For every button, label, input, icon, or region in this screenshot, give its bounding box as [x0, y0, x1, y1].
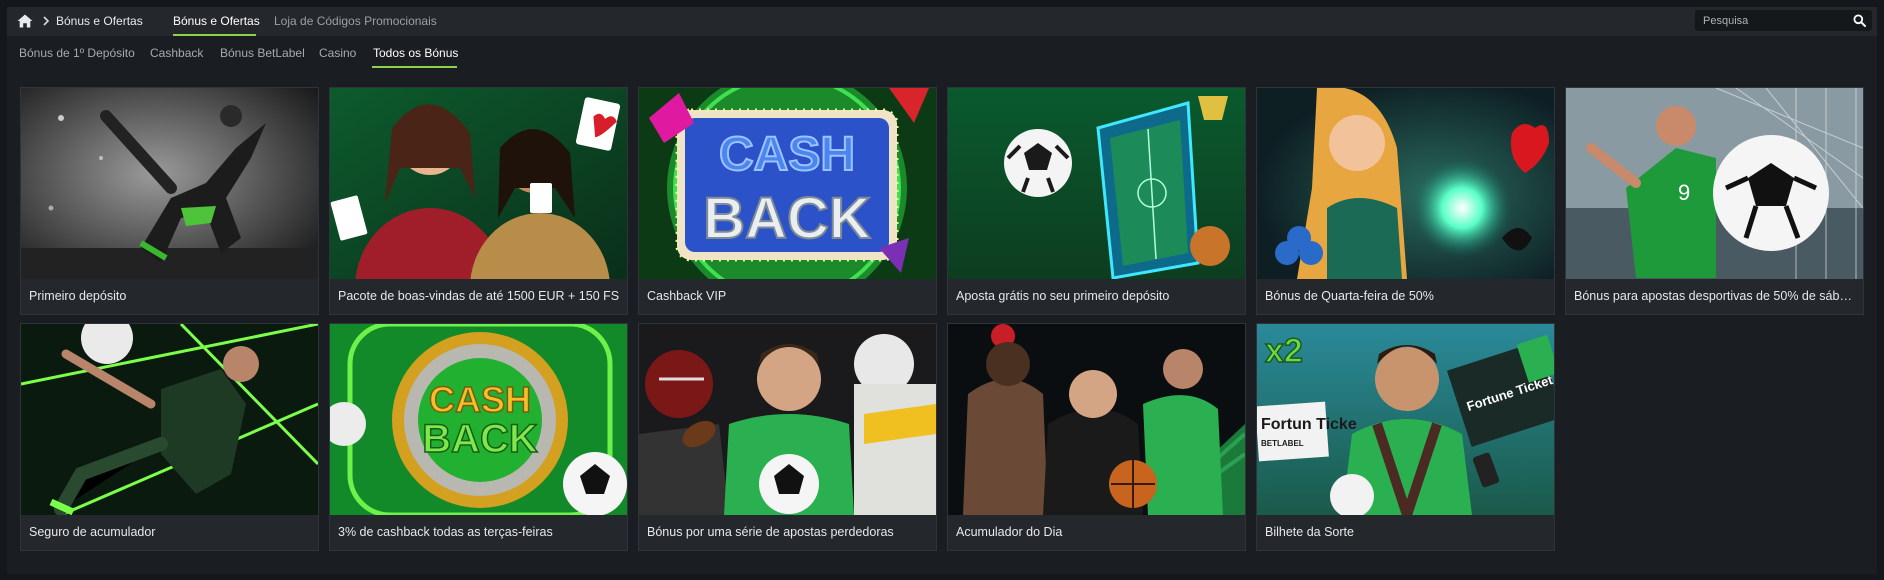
subtab-casino[interactable]: Casino: [319, 46, 356, 60]
search-box[interactable]: [1695, 10, 1872, 31]
subtab-all-bonuses[interactable]: Todos os Bónus: [373, 46, 458, 60]
active-subtab-indicator: [372, 66, 457, 68]
bonus-image: [948, 88, 1245, 279]
bonus-card[interactable]: Seguro de acumulador: [20, 323, 319, 551]
bonus-card[interactable]: Bónus por uma série de apostas perdedora…: [638, 323, 937, 551]
image-text-betlabel: BETLABEL: [1261, 439, 1304, 448]
bonus-image: 9: [1566, 88, 1863, 279]
image-text-cash: CASH: [429, 379, 531, 420]
bonus-image: x2 Fortun Ticke BETLABEL Fortune Ticket: [1257, 324, 1554, 515]
bonus-title: Acumulador do Dia: [956, 525, 1063, 539]
bonus-image: CASH BACK: [639, 88, 936, 279]
bonus-title: Bónus para apostas desportivas de 50% de…: [1574, 289, 1857, 303]
bonus-card[interactable]: CASH BACK Cashback VIP: [638, 87, 937, 315]
image-text-x2: x2: [1265, 332, 1303, 370]
subtab-betlabel[interactable]: Bónus BetLabel: [220, 46, 305, 60]
bonus-title: Primeiro depósito: [29, 289, 127, 303]
bonus-page: Bónus e Ofertas Bónus e Ofertas Loja de …: [7, 7, 1877, 574]
bonus-title: Pacote de boas-vindas de até 1500 EUR + …: [338, 289, 620, 303]
bonus-card[interactable]: Pacote de boas-vindas de até 1500 EUR + …: [329, 87, 628, 315]
bonus-card[interactable]: Bónus de Quarta-feira de 50%: [1256, 87, 1555, 315]
bonus-image: [639, 324, 936, 515]
bonus-card[interactable]: 9 Bónus para apostas desportivas de 50% …: [1565, 87, 1864, 315]
image-text-back: BACK: [422, 417, 538, 461]
breadcrumb[interactable]: Bónus e Ofertas: [56, 14, 143, 28]
bonus-card[interactable]: Aposta grátis no seu primeiro depósito: [947, 87, 1246, 315]
image-text-fortune-left: Fortun Ticke: [1261, 416, 1357, 433]
bonus-title: Bilhete da Sorte: [1265, 525, 1354, 539]
image-text-cash: CASH: [719, 128, 855, 181]
bonus-title: Bónus por uma série de apostas perdedora…: [647, 525, 894, 539]
bonus-card[interactable]: x2 Fortun Ticke BETLABEL Fortune Ticket …: [1256, 323, 1555, 551]
bonus-image: [1257, 88, 1554, 279]
svg-text:9: 9: [1678, 180, 1690, 205]
bonus-card[interactable]: CASH BACK 3% de cashback todas as terças…: [329, 323, 628, 551]
subtab-cashback[interactable]: Cashback: [150, 46, 203, 60]
bonus-title: 3% de cashback todas as terças-feiras: [338, 525, 553, 539]
tab-promo-code-store[interactable]: Loja de Códigos Promocionais: [274, 14, 437, 28]
bonus-image: [948, 324, 1245, 515]
home-icon[interactable]: [17, 14, 33, 28]
bonus-card[interactable]: Primeiro depósito: [20, 87, 319, 315]
category-nav: Bónus de 1º Depósito Cashback Bónus BetL…: [7, 36, 1877, 68]
bonus-image: [21, 88, 318, 279]
bonus-image: [21, 324, 318, 515]
bonus-title: Aposta grátis no seu primeiro depósito: [956, 289, 1170, 303]
bonus-image: [330, 88, 627, 279]
tab-bonus-offers[interactable]: Bónus e Ofertas: [173, 14, 260, 28]
subtab-first-deposit[interactable]: Bónus de 1º Depósito: [19, 46, 135, 60]
bonus-card[interactable]: Acumulador do Dia: [947, 323, 1246, 551]
bonus-image: CASH BACK: [330, 324, 627, 515]
image-text-back: BACK: [703, 186, 871, 251]
chevron-right-icon: [43, 16, 50, 26]
bonus-title: Bónus de Quarta-feira de 50%: [1265, 289, 1434, 303]
bonus-title: Cashback VIP: [647, 289, 727, 303]
top-nav: Bónus e Ofertas Bónus e Ofertas Loja de …: [7, 7, 1877, 36]
search-input[interactable]: [1703, 13, 1848, 28]
search-icon[interactable]: [1853, 14, 1866, 27]
bonus-title: Seguro de acumulador: [29, 525, 156, 539]
